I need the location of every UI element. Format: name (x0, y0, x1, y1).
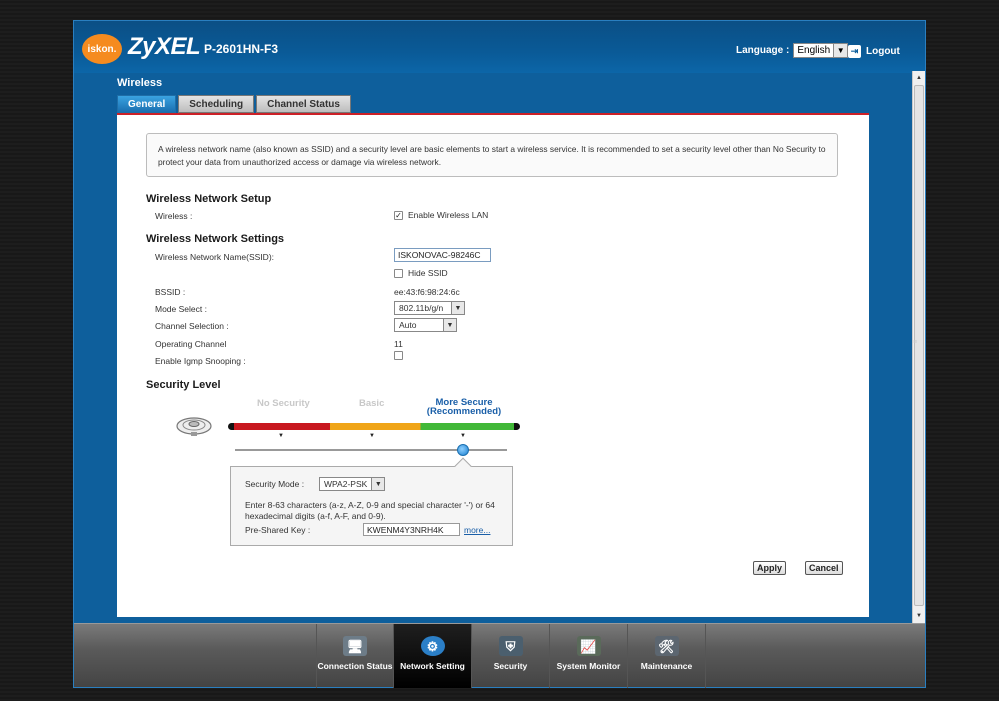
mode-select[interactable]: 802.11b/g/n ▼ (394, 301, 465, 315)
mode-select-control: 802.11b/g/n ▼ (394, 301, 465, 315)
operating-channel-label: Operating Channel (155, 339, 227, 349)
nav-maintenance[interactable]: 🛠 Maintenance (628, 624, 706, 688)
bssid-value: ee:43:f6:98:24:6c (394, 287, 460, 297)
security-level-title: Security Level (146, 379, 221, 391)
chevron-down-icon[interactable]: ▼ (443, 319, 456, 331)
psk-row: Pre-Shared Key : KWENM4Y3NRH4K more... (245, 523, 498, 536)
level-more-secure[interactable]: More Secure (Recommended) (424, 398, 504, 417)
security-mode-select[interactable]: WPA2-PSK ▼ (319, 477, 386, 491)
logout-button[interactable]: ⇥ Logout (848, 45, 900, 58)
channel-value: Auto (399, 320, 417, 330)
security-slider-handle[interactable] (457, 444, 469, 456)
bssid-label: BSSID : (155, 287, 186, 297)
ssid-input[interactable]: ISKONOVAC-98246C (394, 248, 491, 262)
scroll-up-icon[interactable]: ▲ (913, 71, 925, 85)
psk-label: Pre-Shared Key : (245, 524, 311, 535)
channel-selection-label: Channel Selection : (155, 321, 229, 331)
ssid-label: Wireless Network Name(SSID): (155, 252, 275, 262)
main-content: A wireless network name (also known as S… (117, 113, 869, 617)
maintenance-icon: 🛠 (654, 636, 679, 656)
level-no-security[interactable]: No Security (257, 398, 310, 409)
zyxel-brand: ZyXEL (128, 33, 201, 60)
router-window: iskon. ZyXEL P-2601HN-F3 Language : Engl… (73, 20, 926, 688)
nav-connection-status[interactable]: 🖥 Connection Status (316, 624, 394, 688)
nav-network-setting-label: Network Setting (400, 661, 465, 671)
wireless-network-setup-title: Wireless Network Setup (146, 193, 272, 205)
apply-button[interactable]: Apply (753, 561, 787, 575)
tab-bar: General Scheduling Channel Status (117, 95, 351, 113)
igmp-snooping-checkbox[interactable] (394, 351, 403, 360)
page-title: Wireless (117, 77, 163, 89)
wireless-label: Wireless : (155, 211, 193, 221)
info-box: A wireless network name (also known as S… (146, 133, 838, 177)
marker-no-security-icon: ▼ (278, 433, 284, 439)
system-monitor-icon: 📈 (576, 636, 601, 656)
enable-wireless-label: Enable Wireless LAN (408, 210, 489, 220)
enable-wireless-control: ✓ Enable Wireless LAN (394, 210, 488, 220)
language-selector: Language : English ▼ (736, 43, 849, 58)
nav-security-label: Security (493, 661, 528, 671)
more-link[interactable]: more... (464, 525, 490, 535)
level-basic[interactable]: Basic (359, 398, 384, 409)
channel-select-control: Auto ▼ (394, 318, 457, 332)
nav-connection-status-label: Connection Status (317, 661, 393, 671)
wireless-router-icon (176, 417, 212, 436)
iskon-logo: iskon. (82, 34, 122, 64)
cancel-button[interactable]: Cancel (805, 561, 843, 575)
nav-maintenance-label: Maintenance (640, 661, 693, 671)
mode-value: 802.11b/g/n (399, 303, 444, 313)
language-label: Language : (736, 45, 790, 56)
scroll-down-icon[interactable]: ▼ (913, 609, 925, 623)
chevron-down-icon[interactable]: ▼ (451, 302, 464, 314)
security-mode-label: Security Mode : (245, 479, 305, 489)
hide-ssid-label: Hide SSID (408, 268, 448, 278)
security-mode-row: Security Mode : WPA2-PSK ▼ (245, 477, 498, 491)
security-shield-icon: ⛨ (498, 636, 523, 656)
bottom-nav: 🖥 Connection Status ⚙ Network Setting ⛨ … (316, 624, 706, 688)
nav-security[interactable]: ⛨ Security (472, 624, 550, 688)
psk-input[interactable]: KWENM4Y3NRH4K (363, 523, 460, 536)
marker-more-secure-icon: ▼ (460, 433, 466, 439)
wireless-network-settings-title: Wireless Network Settings (146, 233, 285, 245)
tab-scheduling[interactable]: Scheduling (178, 95, 255, 113)
psk-hint: Enter 8-63 characters (a-z, A-Z, 0-9 and… (245, 500, 495, 521)
operating-channel-value: 11 (394, 339, 403, 349)
marker-basic-icon: ▼ (369, 433, 375, 439)
tab-channel-status[interactable]: Channel Status (256, 95, 351, 113)
security-mode-value: WPA2-PSK (324, 479, 368, 489)
security-mode-panel: Security Mode : WPA2-PSK ▼ Enter 8-63 ch… (230, 457, 513, 546)
mode-select-label: Mode Select : (155, 304, 207, 314)
window-edge-grip-icon: ≡ (913, 339, 918, 346)
network-setting-icon: ⚙ (420, 636, 445, 656)
ssid-control: ISKONOVAC-98246C (394, 248, 491, 262)
logout-icon: ⇥ (848, 45, 861, 58)
logout-label: Logout (866, 46, 900, 57)
nav-system-monitor-label: System Monitor (556, 661, 621, 671)
channel-select[interactable]: Auto ▼ (394, 318, 457, 332)
language-value: English (797, 45, 831, 56)
security-level-bar (228, 423, 520, 430)
vertical-scrollbar[interactable]: ▲ ▼ (912, 71, 925, 623)
bottom-nav-bar: 🖥 Connection Status ⚙ Network Setting ⛨ … (74, 623, 925, 688)
language-select[interactable]: English ▼ (793, 43, 849, 58)
tab-general[interactable]: General (117, 95, 177, 113)
chevron-down-icon[interactable]: ▼ (371, 478, 385, 490)
connection-status-icon: 🖥 (343, 636, 367, 656)
hide-ssid-checkbox[interactable] (394, 268, 403, 278)
chevron-down-icon[interactable]: ▼ (833, 44, 848, 57)
model-name: P-2601HN-F3 (204, 42, 279, 56)
panel-pointer (454, 457, 472, 475)
hide-ssid-control: Hide SSID (394, 268, 448, 278)
nav-system-monitor[interactable]: 📈 System Monitor (550, 624, 628, 688)
nav-network-setting[interactable]: ⚙ Network Setting (394, 624, 472, 688)
igmp-control (394, 351, 403, 360)
header-bar: iskon. ZyXEL P-2601HN-F3 Language : Engl… (74, 21, 925, 73)
enable-wireless-checkbox[interactable]: ✓ (394, 210, 403, 220)
igmp-snooping-label: Enable Igmp Snooping : (155, 356, 246, 366)
